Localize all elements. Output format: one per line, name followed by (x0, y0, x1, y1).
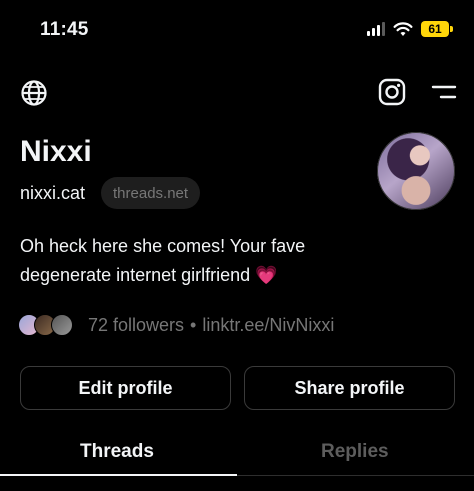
wifi-icon (393, 22, 413, 36)
battery-icon: 61 (421, 21, 449, 37)
profile-bio: Oh heck here she comes! Your fave degene… (20, 232, 380, 290)
instagram-icon[interactable] (378, 78, 406, 106)
profile-link[interactable]: linktr.ee/NivNixxi (202, 315, 334, 335)
profile-username: nixxi.cat (20, 183, 86, 203)
bio-line: degenerate internet girlfriend 💗 (20, 265, 278, 285)
status-time: 11:45 (40, 19, 89, 40)
follower-avatars[interactable] (18, 314, 78, 336)
share-profile-button[interactable]: Share profile (244, 366, 455, 410)
followers-row: 72 followers • linktr.ee/NivNixxi (88, 315, 334, 336)
separator-dot: • (190, 315, 197, 335)
avatar-ring (377, 132, 455, 210)
follower-avatar (51, 314, 73, 336)
bio-line: Oh heck here she comes! Your fave (20, 236, 306, 256)
tab-threads[interactable]: Threads (80, 441, 154, 463)
active-tab-indicator (0, 474, 237, 476)
tab-replies[interactable]: Replies (321, 441, 389, 463)
menu-icon[interactable] (429, 82, 457, 102)
battery-level: 61 (428, 22, 442, 36)
globe-icon[interactable] (20, 79, 48, 107)
battery-nub (450, 26, 453, 32)
domain-badge[interactable]: threads.net (101, 177, 201, 209)
edit-profile-button[interactable]: Edit profile (20, 366, 231, 410)
cellular-signal-icon (367, 22, 385, 36)
followers-count[interactable]: 72 followers (88, 315, 184, 335)
profile-name: Nixxi (20, 135, 92, 168)
